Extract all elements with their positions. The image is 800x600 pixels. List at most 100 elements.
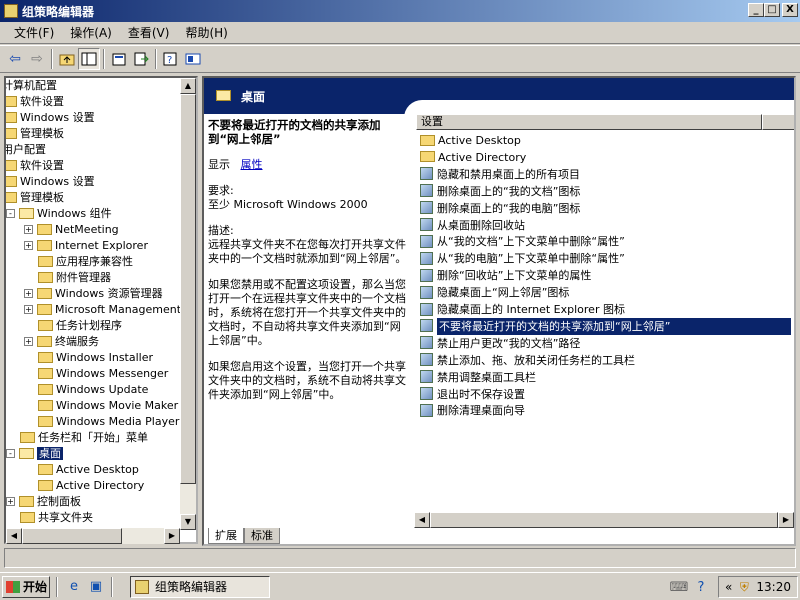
list-item[interactable]: 禁止添加、拖、放和关闭任务栏的工具栏 — [420, 352, 635, 369]
network-icon[interactable]: ⌨ — [670, 578, 689, 596]
menu-file[interactable]: 文件(F) — [6, 24, 62, 41]
scroll-left-arrow-icon[interactable]: ◀ — [414, 512, 430, 528]
tree-item[interactable]: 管理模板 — [6, 190, 64, 206]
list-item[interactable]: 删除清理桌面向导 — [420, 402, 525, 419]
tab-extended[interactable]: 扩展 — [208, 528, 244, 544]
list-item[interactable]: 删除桌面上的“我的文档”图标 — [420, 183, 580, 200]
expand-plus-icon[interactable]: + — [24, 304, 33, 314]
maximize-button[interactable]: □ — [764, 3, 780, 17]
list-item[interactable]: 隐藏桌面上的 Internet Explorer 图标 — [420, 301, 625, 318]
clock[interactable]: 13:20 — [756, 580, 791, 594]
tree-item[interactable]: + Internet Explorer — [24, 238, 148, 254]
list-item[interactable]: 不要将最近打开的文档的共享添加到“网上邻居” — [420, 317, 791, 335]
tree-item[interactable]: + Microsoft Management — [24, 302, 181, 318]
properties-link[interactable]: 属性 — [241, 158, 263, 171]
tree-item[interactable]: 软件设置 — [6, 94, 64, 110]
list-item[interactable]: 隐藏桌面上“网上邻居”图标 — [420, 284, 569, 301]
help-tray-icon[interactable]: ? — [692, 578, 710, 596]
menu-help[interactable]: 帮助(H) — [177, 24, 235, 41]
shield-icon[interactable]: ⛨ — [740, 580, 749, 595]
list-item[interactable]: 隐藏和禁用桌面上的所有项目 — [420, 166, 580, 183]
mmc-console-icon[interactable] — [182, 48, 204, 70]
tree-item[interactable]: - 桌面 — [6, 446, 63, 462]
back-arrow-icon[interactable]: ⇦ — [4, 48, 26, 70]
tree-item[interactable]: Windows 设置 — [6, 174, 95, 190]
close-button[interactable]: X — [782, 3, 798, 17]
tree-item[interactable]: 应用程序兼容性 — [24, 254, 133, 270]
tree-horizontal-scrollbar[interactable]: ◀ ▶ — [6, 528, 180, 544]
help-icon[interactable]: ? — [160, 48, 182, 70]
list-item[interactable]: Active Directory — [420, 149, 526, 166]
tree-item[interactable]: 任务栏和「开始」菜单 — [6, 430, 148, 446]
list-item[interactable]: 禁用调整桌面工具栏 — [420, 369, 536, 386]
tree-vertical-scrollbar[interactable]: ▲ ▼ — [180, 78, 196, 530]
tree-item[interactable]: + 控制面板 — [6, 494, 81, 510]
tree-item[interactable]: + Windows 资源管理器 — [24, 286, 163, 302]
tree-item[interactable]: 软件设置 — [6, 158, 64, 174]
list-item[interactable]: 从桌面删除回收站 — [420, 217, 525, 234]
tree-item[interactable]: Windows Movie Maker — [24, 398, 178, 414]
expand-plus-icon[interactable]: + — [6, 496, 15, 506]
list-item[interactable]: Active Desktop — [420, 132, 521, 149]
tray-expand-icon[interactable]: « — [725, 580, 732, 594]
list-horizontal-scrollbar[interactable]: ◀ ▶ — [414, 512, 794, 528]
export-list-icon[interactable] — [130, 48, 152, 70]
tree-item[interactable]: 用户配置 — [6, 142, 46, 158]
list-item[interactable]: 从“我的电脑”上下文菜单中删除“属性” — [420, 250, 625, 267]
tree-item[interactable]: + 终端服务 — [24, 334, 99, 350]
description-panel: 不要将最近打开的文档的共享添加到“网上邻居” 显示 属性 要求: 至少 Micro… — [208, 118, 408, 414]
tree-item-label: Windows 设置 — [20, 111, 95, 124]
tree-item[interactable]: 管理模板 — [6, 126, 64, 142]
expand-plus-icon[interactable]: + — [24, 240, 33, 250]
minimize-button[interactable]: _ — [748, 3, 764, 17]
expand-plus-icon[interactable]: + — [24, 224, 33, 234]
tree-item-label: 控制面板 — [37, 495, 81, 508]
column-header-setting[interactable]: 设置 — [416, 114, 762, 130]
expand-plus-icon[interactable]: + — [24, 336, 33, 346]
list-item[interactable]: 从“我的文档”上下文菜单中删除“属性” — [420, 233, 625, 250]
scroll-up-arrow-icon[interactable]: ▲ — [180, 78, 196, 94]
forward-arrow-icon[interactable]: ⇨ — [26, 48, 48, 70]
tree-item[interactable]: Windows Messenger — [24, 366, 168, 382]
tree-item-label: 计算机配置 — [4, 79, 57, 92]
list-item[interactable]: 删除“回收站”上下文菜单的属性 — [420, 267, 591, 284]
tree-item[interactable]: 附件管理器 — [24, 270, 111, 286]
tree-item[interactable]: Windows Update — [24, 382, 148, 398]
desktop-icon[interactable]: ▣ — [87, 578, 105, 596]
up-folder-icon[interactable] — [56, 48, 78, 70]
column-header-state[interactable] — [762, 114, 794, 130]
tree-item[interactable]: 计算机配置 — [4, 78, 57, 94]
menu-action[interactable]: 操作(A) — [62, 24, 120, 41]
tree-item[interactable]: 共享文件夹 — [6, 510, 93, 526]
tree-item[interactable]: Active Desktop — [24, 462, 139, 478]
collapse-minus-icon[interactable]: - — [6, 448, 15, 458]
taskbar-item-gpedit[interactable]: 组策略编辑器 — [130, 575, 270, 598]
list-hscroll-thumb[interactable] — [430, 512, 778, 528]
list-item[interactable]: 删除桌面上的“我的电脑”图标 — [420, 200, 580, 217]
menu-view[interactable]: 查看(V) — [120, 24, 178, 41]
tree-hscroll-thumb[interactable] — [22, 528, 122, 544]
scroll-right-arrow-icon[interactable]: ▶ — [778, 512, 794, 528]
scroll-right-arrow-icon[interactable]: ▶ — [164, 528, 180, 544]
collapse-minus-icon[interactable]: - — [6, 208, 15, 218]
tree-item[interactable]: Windows Installer — [24, 350, 153, 366]
tree-item[interactable]: Windows 设置 — [6, 110, 95, 126]
tree-item[interactable]: + NetMeeting — [24, 222, 119, 238]
tree-item[interactable]: Active Directory — [24, 478, 144, 494]
title-bar[interactable]: 组策略编辑器 _ □ X — [0, 0, 800, 22]
properties-icon[interactable] — [108, 48, 130, 70]
list-item[interactable]: 退出时不保存设置 — [420, 386, 525, 403]
tree-item[interactable]: - Windows 组件 — [6, 206, 112, 222]
scroll-left-arrow-icon[interactable]: ◀ — [6, 528, 22, 544]
tree-item[interactable]: 任务计划程序 — [24, 318, 122, 334]
folder-icon — [38, 271, 53, 283]
show-hide-tree-icon[interactable] — [78, 48, 100, 70]
tab-standard[interactable]: 标准 — [244, 528, 280, 544]
start-button[interactable]: 开始 — [2, 575, 50, 598]
tree-scroll-thumb[interactable] — [180, 94, 196, 484]
scroll-down-arrow-icon[interactable]: ▼ — [180, 514, 196, 530]
internet-explorer-icon[interactable]: e — [65, 578, 83, 596]
expand-plus-icon[interactable]: + — [24, 288, 33, 298]
list-item[interactable]: 禁止用户更改“我的文档”路径 — [420, 335, 580, 352]
tree-item[interactable]: Windows Media Player — [24, 414, 179, 430]
